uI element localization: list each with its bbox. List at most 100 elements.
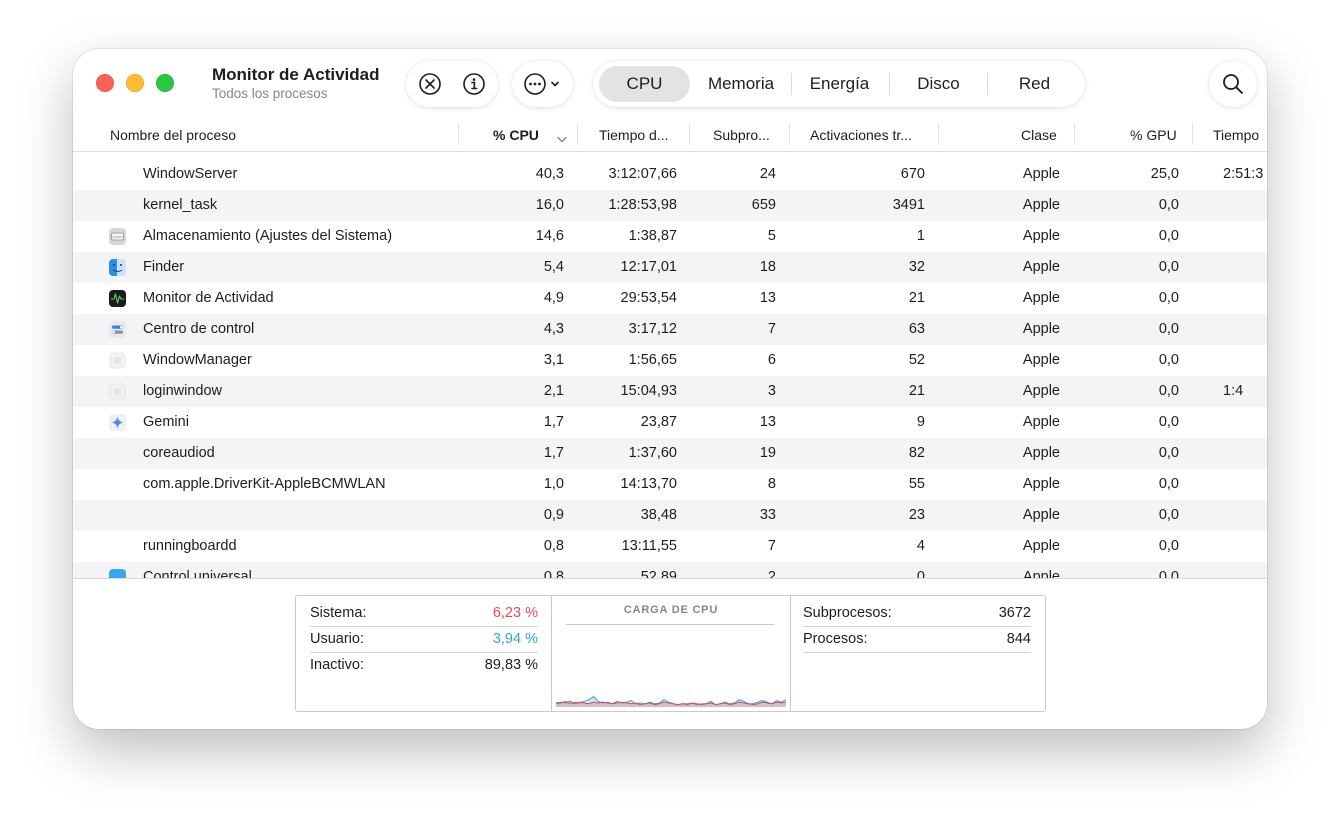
table-row[interactable]: Finder 5,4 12:17,01 18 32 Apple 0,0 xyxy=(73,252,1267,283)
idle-wakeups: 1 xyxy=(916,228,925,244)
tab-divider xyxy=(889,73,890,95)
activity-monitor-window: Monitor de Actividad Todos los procesos xyxy=(73,49,1267,729)
stop-process-button[interactable] xyxy=(418,72,442,96)
process-kind: Apple xyxy=(1022,290,1060,306)
column-header-gpu-time[interactable]: Tiempo xyxy=(1213,127,1259,143)
process-kind: Apple xyxy=(1022,476,1060,492)
thread-count: 8 xyxy=(767,476,776,492)
cpu-percent: 14,6 xyxy=(535,228,564,244)
idle-wakeups: 3491 xyxy=(892,197,925,213)
column-header-kind[interactable]: Clase xyxy=(1021,127,1057,143)
finder-icon xyxy=(108,258,127,277)
thread-count: 13 xyxy=(759,414,776,430)
window-subtitle[interactable]: Todos los procesos xyxy=(212,86,328,101)
generic-app-icon xyxy=(108,382,127,401)
cpu-time: 23,87 xyxy=(640,414,677,430)
column-divider[interactable] xyxy=(458,123,459,145)
table-row[interactable]: WindowServer 40,3 3:12:07,66 24 670 Apple 25,0… xyxy=(73,159,1267,190)
idle-wakeups: 21 xyxy=(908,290,925,306)
window-title: Monitor de Actividad xyxy=(212,65,380,84)
stop-icon xyxy=(419,73,441,95)
idle-wakeups: 52 xyxy=(908,352,925,368)
thread-count: 24 xyxy=(759,166,776,182)
process-kind: Apple xyxy=(1022,507,1060,523)
process-kind: Apple xyxy=(1022,445,1060,461)
gpu-time: 2:51:3 xyxy=(1223,166,1264,182)
process-name: WindowManager xyxy=(143,352,252,368)
process-kind: Apple xyxy=(1022,414,1060,430)
tab-divider xyxy=(791,73,792,95)
close-window-button[interactable] xyxy=(96,74,114,92)
universal-control-icon xyxy=(108,568,127,578)
thread-count: 2 xyxy=(767,569,776,578)
cpu-time: 1:56,65 xyxy=(628,352,677,368)
more-options-button[interactable] xyxy=(512,61,573,107)
column-header-gpu[interactable]: % GPU xyxy=(1130,127,1177,143)
table-row[interactable]: Monitor de Actividad 4,9 29:53,54 13 21 Apple… xyxy=(73,283,1267,314)
process-table: WindowServer 40,3 3:12:07,66 24 670 Apple 25,0… xyxy=(73,159,1267,578)
tab-cpu[interactable]: CPU xyxy=(599,66,690,102)
cpu-time: 29:53,54 xyxy=(620,290,677,306)
idle-label: Inactivo: xyxy=(310,657,364,673)
cpu-time: 3:17,12 xyxy=(628,321,677,337)
cpu-time: 1:28:53,98 xyxy=(608,197,677,213)
thread-count: 13 xyxy=(759,290,776,306)
table-row[interactable]: runningboardd 0,8 13:11,55 7 4 Apple 0,0 xyxy=(73,531,1267,562)
idle-wakeups: 670 xyxy=(900,166,925,182)
processes-value: 844 xyxy=(1006,631,1031,647)
column-header-time[interactable]: Tiempo d... xyxy=(599,127,669,143)
minimize-window-button[interactable] xyxy=(126,74,144,92)
table-row[interactable]: loginwindow 2,1 15:04,93 3 21 Apple 0,0 1:4 xyxy=(73,376,1267,407)
table-row[interactable]: kernel_task 16,0 1:28:53,98 659 3491 Apple 0,0 xyxy=(73,190,1267,221)
column-header-wakeups[interactable]: Activaciones tr... xyxy=(810,127,912,143)
idle-wakeups: 55 xyxy=(908,476,925,492)
zoom-window-button[interactable] xyxy=(156,74,174,92)
tab-memoria[interactable]: Memoria xyxy=(696,66,786,102)
search-button[interactable] xyxy=(1209,61,1257,107)
cpu-percent: 0,8 xyxy=(543,569,564,578)
cpu-percent: 4,9 xyxy=(543,290,564,306)
inspect-process-button[interactable] xyxy=(462,72,486,96)
cpu-time: 13:11,55 xyxy=(621,538,677,554)
column-header-threads[interactable]: Subpro... xyxy=(713,127,770,143)
tab-disco[interactable]: Disco xyxy=(893,66,984,102)
table-row[interactable]: Gemini 1,7 23,87 13 9 Apple 0,0 xyxy=(73,407,1267,438)
cpu-time: 52,89 xyxy=(640,569,677,578)
column-divider[interactable] xyxy=(938,123,939,145)
sort-chevron-icon[interactable] xyxy=(557,131,567,149)
category-tabs: CPU Memoria Energía Disco Red xyxy=(593,61,1085,107)
column-divider[interactable] xyxy=(577,123,578,145)
process-name: coreaudiod xyxy=(143,445,215,461)
column-header-cpu[interactable]: % CPU xyxy=(493,127,539,143)
column-divider[interactable] xyxy=(689,123,690,145)
process-kind: Apple xyxy=(1022,197,1060,213)
ellipsis-circle-icon xyxy=(523,72,563,96)
process-name: Monitor de Actividad xyxy=(143,290,274,306)
table-row[interactable]: Centro de control 4,3 3:17,12 7 63 Apple 0,0 xyxy=(73,314,1267,345)
process-kind: Apple xyxy=(1022,321,1060,337)
tab-red[interactable]: Red xyxy=(989,66,1080,102)
table-row[interactable]: Almacenamiento (Ajustes del Sistema) 14,6… xyxy=(73,221,1267,252)
cpu-percent: 1,0 xyxy=(543,476,564,492)
column-divider[interactable] xyxy=(789,123,790,145)
column-divider[interactable] xyxy=(1074,123,1075,145)
gpu-percent: 0,0 xyxy=(1158,321,1179,337)
idle-stat: Inactivo: 89,83 % xyxy=(310,653,538,679)
table-row[interactable]: coreaudiod 1,7 1:37,60 19 82 Apple 0,0 xyxy=(73,438,1267,469)
cpu-time: 15:04,93 xyxy=(620,383,677,399)
process-kind: Apple xyxy=(1022,166,1060,182)
table-row[interactable]: Control universal 0,8 52,89 2 0 Apple 0,0 xyxy=(73,562,1267,578)
column-header-name[interactable]: Nombre del proceso xyxy=(110,127,236,143)
tab-energia[interactable]: Energía xyxy=(794,66,885,102)
process-actions-group xyxy=(406,61,498,107)
column-divider[interactable] xyxy=(1192,123,1193,145)
cpu-percent: 1,7 xyxy=(543,445,564,461)
table-row[interactable]: 0,9 38,48 33 23 Apple 0,0 xyxy=(73,500,1267,531)
thread-count: 18 xyxy=(759,259,776,275)
process-name: WindowServer xyxy=(143,166,238,182)
system-stat: Sistema: 6,23 % xyxy=(310,601,538,627)
thread-count: 6 xyxy=(767,352,776,368)
table-row[interactable]: com.apple.DriverKit-AppleBCMWLAN 1,0 14:13… xyxy=(73,469,1267,500)
table-row[interactable]: WindowManager 3,1 1:56,65 6 52 Apple 0,0 xyxy=(73,345,1267,376)
summary-divider xyxy=(73,578,1267,579)
